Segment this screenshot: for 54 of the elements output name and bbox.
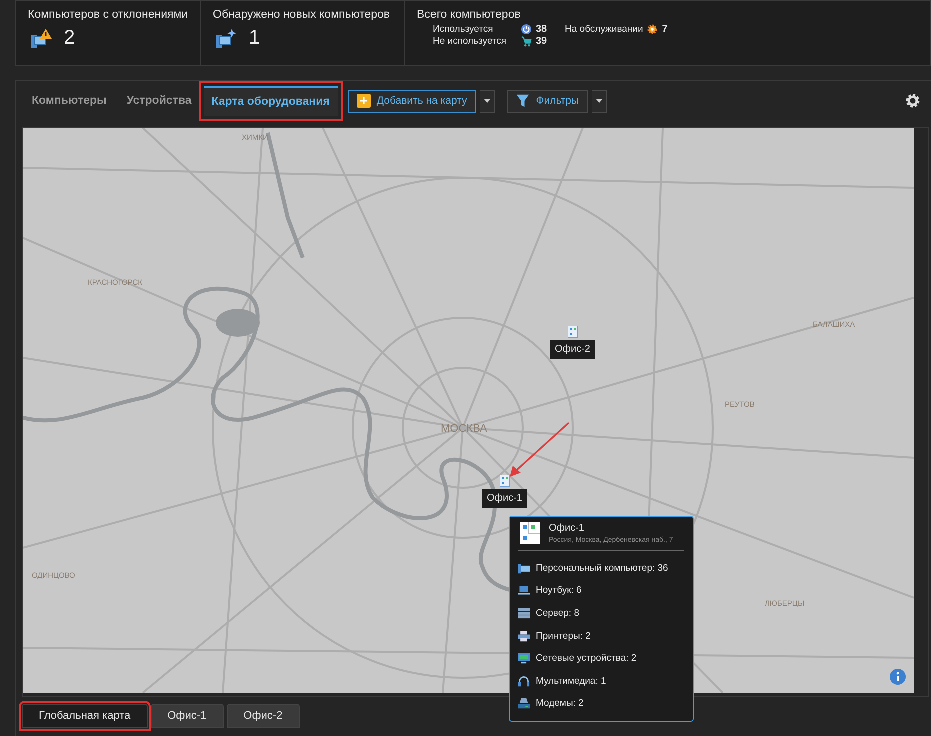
stat-value: 38 [536,24,548,35]
place-label: МОСКВА [441,423,488,435]
cart-icon [521,36,532,47]
stat-label: Используется [433,24,494,35]
monitor-icon [518,653,530,664]
stat-value: 39 [536,36,548,47]
device-count: Сетевые устройства: 2 [536,653,637,664]
map-tab[interactable]: Офис-2 [226,704,300,728]
stat-value: 1 [249,27,260,50]
map-tab[interactable]: Глобальная карта [22,704,148,728]
stat-label: Всего компьютеров [417,9,522,21]
stat-value: 2 [64,27,76,50]
map-tab[interactable]: Офис-1 [150,704,224,728]
stat-value: 7 [662,24,668,35]
stat-label: На обслуживании [565,24,644,35]
marker-label: Офис-2 [550,340,596,359]
tab[interactable]: Устройства [118,87,200,115]
modem-icon [518,698,530,710]
device-count: Персональный компьютер: 36 [536,562,668,574]
stat-label: Не используется [433,36,508,47]
stat-label: Компьютеров с отклонениями [28,9,188,21]
add-to-map-button[interactable]: Добавить на карту [348,90,476,112]
printer-icon [518,630,530,642]
device-count: Модемы: 2 [536,698,584,710]
caret-icon [596,99,603,103]
settings-icon [905,93,921,109]
info-icon[interactable] [890,669,906,685]
computer-icon [518,562,530,574]
plus-icon [356,94,371,108]
power-icon [521,24,532,35]
device-count: Принтеры: 2 [536,630,591,642]
laptop-icon [518,585,530,596]
floor-plan-icon[interactable] [500,475,510,487]
annotation-arrow [509,422,571,478]
marker-label: Офис-1 [482,489,528,508]
popup-title: Офис-1 [549,522,586,534]
headphones-icon [518,676,530,687]
computer-warning-icon [30,28,52,48]
server-icon [518,608,530,619]
caret-icon [484,99,491,103]
device-count: Ноутбук: 6 [536,585,582,596]
dropdown-button[interactable] [592,90,608,112]
device-count: Сервер: 8 [536,608,580,619]
floor-plan-icon [520,522,540,544]
filters-button[interactable]: Фильтры [507,90,588,112]
floor-plan-icon[interactable] [568,326,578,338]
stat-label: Обнаружено новых компьютеров [213,9,392,21]
tab[interactable]: Компьютеры [24,87,115,115]
filter-icon [516,94,530,108]
gear-icon [647,24,658,35]
device-count: Мультимедиа: 1 [536,676,606,687]
settings-button[interactable] [905,93,921,109]
computer-sparkle-icon [215,28,237,48]
dropdown-button[interactable] [480,90,496,112]
